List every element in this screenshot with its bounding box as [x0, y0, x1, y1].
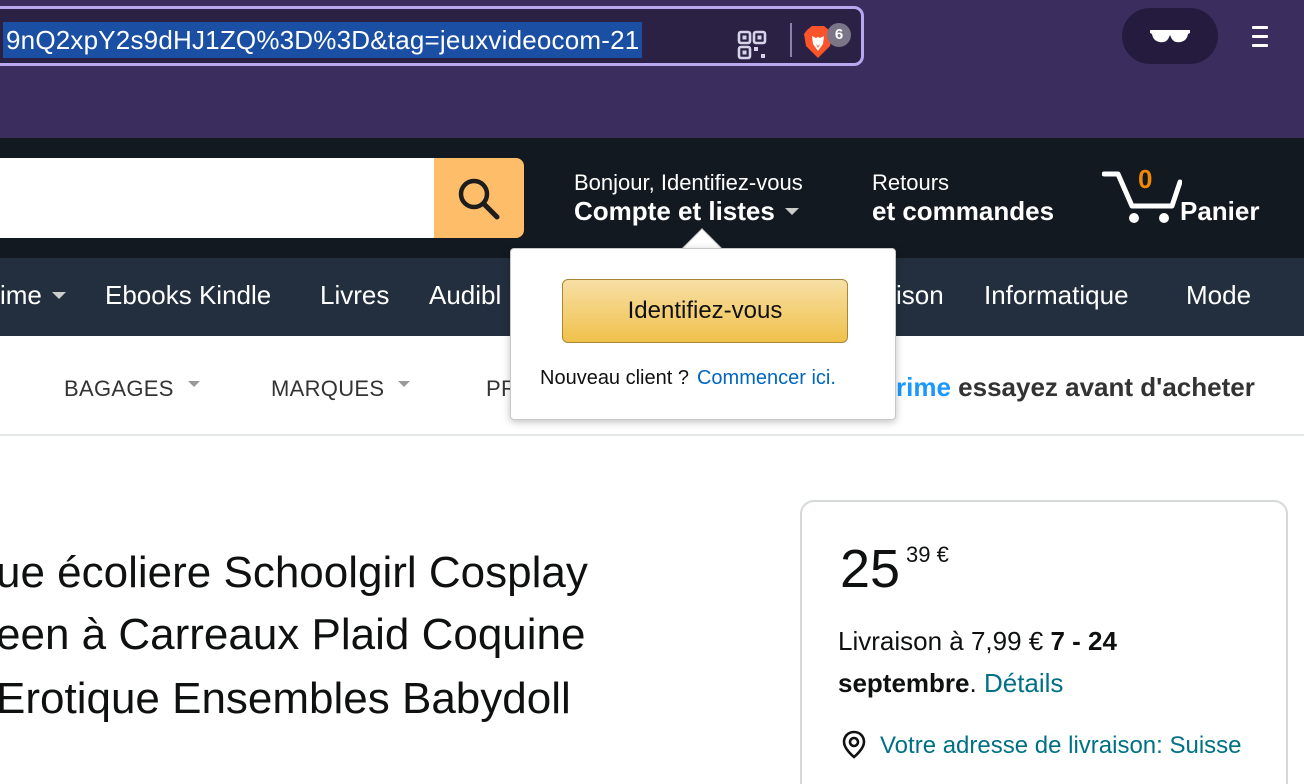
location-pin-icon	[842, 730, 866, 759]
hamburger-menu-icon[interactable]	[1248, 22, 1272, 50]
product-title-line: Erotique Ensembles Babydoll	[0, 674, 571, 723]
site-header: Bonjour, Identifiez-vous Compte et liste…	[0, 138, 1304, 258]
new-customer-row: Nouveau client ? Commencer ici.	[540, 367, 836, 390]
caret-down-icon	[51, 291, 66, 299]
details-link[interactable]: Détails	[984, 668, 1063, 698]
subnav-label: MARQUES	[271, 376, 385, 401]
price-whole: 25	[840, 539, 901, 599]
prime-tagline: essayez avant d'acheter	[958, 372, 1255, 402]
price-fraction: 39 €	[906, 542, 949, 567]
screen: 9nQ2xpY2s9dHJ1ZQ%3D%3D&tag=jeuxvideocom-…	[0, 0, 1304, 784]
search-icon	[458, 178, 500, 220]
account-lists-label: Compte et listes	[574, 196, 775, 226]
delivery-dates: 7 - 24	[1050, 626, 1117, 656]
delivery-month: septembre	[838, 668, 970, 698]
product-title-line: ue écoliere Schoolgirl Cosplay	[0, 548, 588, 597]
subnav-marques[interactable]: MARQUES	[271, 376, 411, 402]
incognito-glasses-icon	[1150, 30, 1190, 43]
browser-toolbar: 9nQ2xpY2s9dHJ1ZQ%3D%3D&tag=jeuxvideocom-…	[0, 0, 1304, 138]
new-customer-label: Nouveau client ?	[540, 367, 689, 389]
incognito-button[interactable]	[1122, 8, 1218, 64]
subnav-label: BAGAGES	[64, 376, 174, 401]
delivery-info-cont: septembre. Détails	[838, 668, 1064, 698]
nav-item-mode[interactable]: Mode	[1186, 280, 1251, 311]
delivery-fee: Livraison à 7,99 €	[838, 626, 1044, 656]
nav-item-ebooks-kindle[interactable]: Ebooks Kindle	[105, 280, 271, 311]
signin-button[interactable]: Identifiez-vous	[562, 279, 848, 343]
nav-item-label: ime	[0, 280, 42, 310]
prime-try-before-buy-banner[interactable]: rime essayez avant d'acheter	[896, 372, 1255, 403]
cart-label[interactable]: Panier	[1180, 196, 1260, 227]
account-signin-popover: Identifiez-vous Nouveau client ? Commence…	[510, 248, 896, 420]
qr-code-icon[interactable]	[737, 30, 767, 60]
search-button[interactable]	[434, 158, 524, 238]
nav-item-informatique[interactable]: Informatique	[984, 280, 1129, 311]
delivery-info: Livraison à 7,99 € 7 - 24	[838, 626, 1117, 657]
search-input[interactable]	[0, 158, 436, 238]
account-greeting[interactable]: Bonjour, Identifiez-vous	[574, 170, 803, 196]
caret-down-icon	[398, 381, 411, 388]
nav-item-prime[interactable]: ime	[0, 280, 66, 311]
nav-item-audible[interactable]: Audibl	[429, 280, 501, 311]
returns-label[interactable]: Retours	[872, 170, 949, 196]
start-here-link[interactable]: Commencer ici.	[697, 367, 836, 389]
account-lists-menu[interactable]: Compte et listes	[574, 196, 799, 227]
buy-box: 25 39 € Livraison à 7,99 € 7 - 24 septem…	[800, 500, 1288, 784]
subnav-bagages[interactable]: BAGAGES	[64, 376, 200, 402]
orders-label[interactable]: et commandes	[872, 196, 1054, 227]
url-text[interactable]: 9nQ2xpY2s9dHJ1ZQ%3D%3D&tag=jeuxvideocom-…	[3, 22, 643, 58]
prime-logo-text: rime	[896, 372, 951, 402]
cart-count: 0	[1138, 164, 1153, 194]
product-title-line: een à Carreaux Plaid Coquine	[0, 610, 586, 659]
caret-down-icon	[187, 381, 200, 388]
nav-item-maison[interactable]: ison	[896, 280, 944, 311]
caret-down-icon	[784, 207, 799, 215]
delivery-address-link[interactable]: Votre adresse de livraison: Suisse	[880, 732, 1242, 760]
shields-count-badge: 6	[827, 23, 851, 47]
address-bar[interactable]: 9nQ2xpY2s9dHJ1ZQ%3D%3D&tag=jeuxvideocom-…	[0, 6, 864, 66]
toolbar-divider	[790, 23, 792, 57]
nav-item-livres[interactable]: Livres	[320, 280, 389, 311]
